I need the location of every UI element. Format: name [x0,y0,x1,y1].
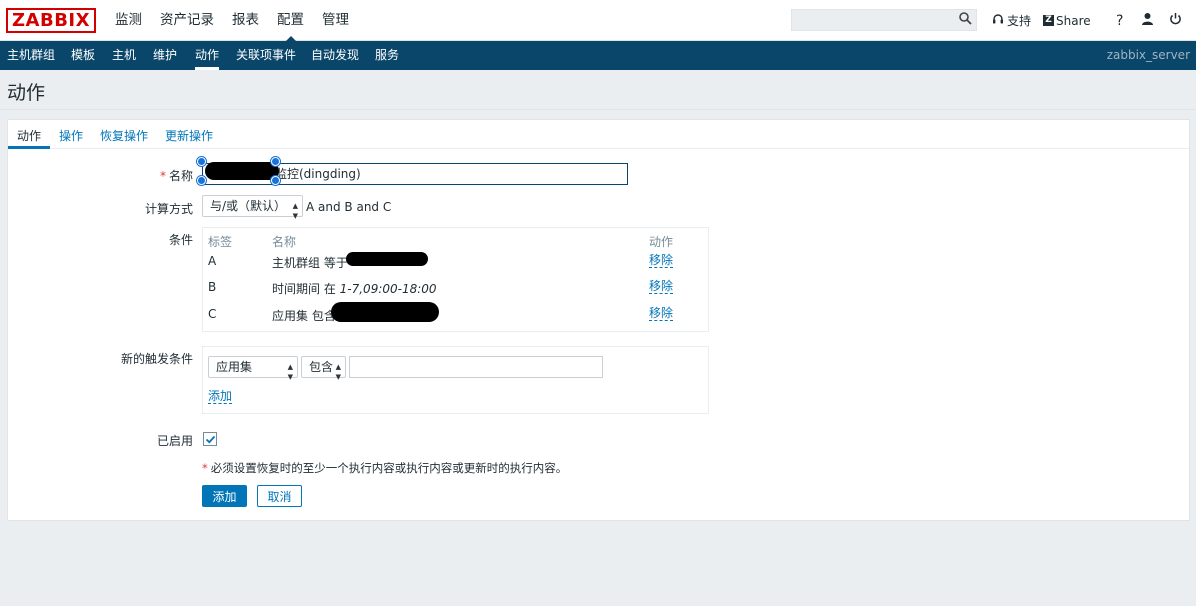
conditions-header-action: 动作 [649,235,674,249]
cancel-button[interactable]: 取消 [257,485,302,507]
menu-configuration[interactable]: 配置 [268,0,313,42]
select-arrow-icon: ▲ ▼ [335,363,341,381]
selection-handle[interactable] [271,176,280,185]
sub-nav: 主机群组 模板 主机 维护 动作 关联项事件 自动发现 服务 zabbix_se… [0,41,1196,70]
zabbix-share-icon: Z [1043,15,1055,26]
add-condition-link[interactable]: 添加 [208,390,233,404]
subnav-event-correlation[interactable]: 关联项事件 [236,41,296,70]
menu-inventory[interactable]: 资产记录 [151,0,223,41]
tab-action[interactable]: 动作 [8,127,51,149]
search-box [791,9,977,31]
calc-expression: A and B and C [306,200,392,214]
condition-name: 主机群组 等于 [272,256,348,270]
tab-update-operations[interactable]: 更新操作 [165,127,213,144]
tab-operations[interactable]: 操作 [59,127,83,144]
subnav-hosts[interactable]: 主机 [112,41,136,70]
condition-operator-select[interactable]: 包含 ▲ ▼ [301,356,346,381]
subnav-services[interactable]: 服务 [375,41,399,70]
power-icon[interactable] [1165,12,1187,29]
conditions-table: 标签 名称 动作 A 主机群组 等于 移除 B 时间期间 在 1-7,09:00… [202,227,709,332]
action-form-panel: 动作 操作 恢复操作 更新操作 * 名称 监控(dingding) 计算方式 与/… [7,119,1190,521]
main-menu: 监测 资产记录 报表 配置 管理 [106,0,358,42]
selection-handle[interactable] [197,157,206,166]
page-title: 动作 [7,82,46,104]
new-condition-label: 新的触发条件 [120,352,193,366]
remove-condition-link[interactable]: 移除 [649,254,674,268]
calc-type-value: 与/或（默认） [210,199,287,213]
condition-label: B [208,280,217,294]
required-note: * 必须设置恢复时的至少一个执行内容或执行内容或更新时的执行内容。 [202,461,568,475]
top-links: 支持 Z Share ? [992,0,1187,41]
support-label: 支持 [1007,14,1032,28]
name-value: 监控(dingding) [275,167,361,181]
select-arrow-icon: ▲ ▼ [287,363,293,381]
checkmark-icon [205,435,216,444]
new-condition-box: 应用集 ▲ ▼ 包含 ▲ ▼ 添加 [202,346,709,414]
menu-reports[interactable]: 报表 [223,0,268,41]
zabbix-logo[interactable]: ZABBIX [6,8,96,33]
title-divider [0,109,1196,110]
selection-handle[interactable] [197,176,206,185]
redaction-mark [205,162,279,180]
condition-operator-value: 包含 [309,360,334,374]
server-name: zabbix_server [1106,48,1190,62]
share-link[interactable]: Z Share [1043,14,1091,28]
condition-label: A [208,254,217,268]
remove-condition-link[interactable]: 移除 [649,307,674,321]
subnav-host-groups[interactable]: 主机群组 [7,41,55,70]
name-label: * 名称 [159,169,193,183]
redaction-mark [346,252,428,266]
help-icon[interactable]: ? [1109,13,1131,29]
enabled-checkbox[interactable] [203,432,217,446]
select-arrow-icon: ▲ ▼ [292,202,298,220]
condition-name: 时间期间 在 1-7,09:00-18:00 [272,282,437,296]
enabled-label: 已启用 [156,434,193,448]
conditions-header-label: 标签 [208,235,233,249]
search-input[interactable] [792,10,952,30]
selection-handle[interactable] [271,157,280,166]
add-button[interactable]: 添加 [202,485,247,507]
share-label: Share [1056,13,1091,28]
menu-monitoring[interactable]: 监测 [106,0,151,41]
condition-value-input[interactable] [349,356,603,378]
calc-label: 计算方式 [144,202,193,216]
remove-condition-link[interactable]: 移除 [649,280,674,294]
top-bar: ZABBIX 监测 资产记录 报表 配置 管理 支持 Z Share ? [0,0,1196,42]
condition-name: 应用集 包含 [272,309,336,323]
form-tabs: 动作 操作 恢复操作 更新操作 [8,120,1189,149]
menu-administration[interactable]: 管理 [313,0,358,41]
conditions-header-name: 名称 [272,235,297,249]
user-icon[interactable] [1137,12,1159,29]
tab-recovery-operations[interactable]: 恢复操作 [100,127,148,144]
subnav-maintenance[interactable]: 维护 [153,41,177,70]
support-link[interactable]: 支持 [992,12,1031,29]
subnav-actions[interactable]: 动作 [195,41,220,70]
subnav-templates[interactable]: 模板 [71,41,95,70]
condition-type-value: 应用集 [216,360,253,374]
subnav-discovery[interactable]: 自动发现 [311,41,359,70]
conditions-label: 条件 [168,233,193,247]
search-icon[interactable] [959,12,972,29]
calc-type-select[interactable]: 与/或（默认） ▲ ▼ [202,195,303,220]
condition-type-select[interactable]: 应用集 ▲ ▼ [208,356,298,381]
redaction-mark [331,302,439,322]
headset-icon [992,13,1004,28]
condition-label: C [208,307,217,321]
